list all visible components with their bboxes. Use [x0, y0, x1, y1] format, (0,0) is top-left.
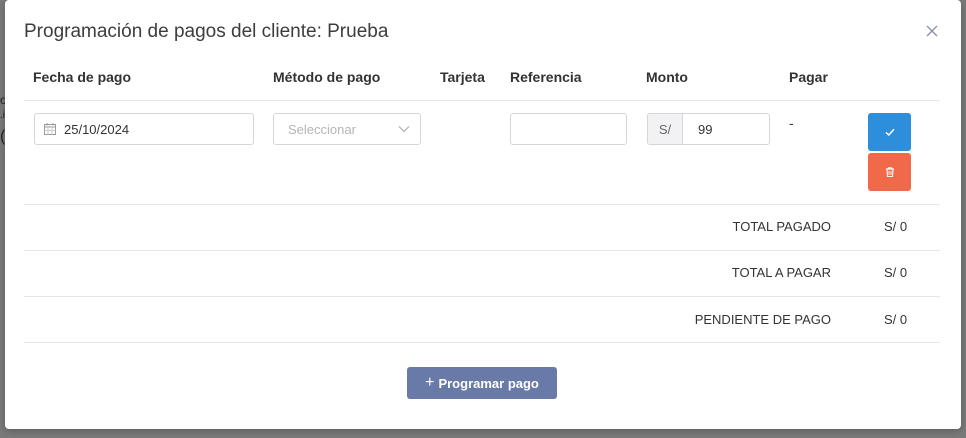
confirm-button[interactable]: [868, 113, 911, 151]
divider: [24, 296, 940, 297]
header-referencia: Referencia: [510, 69, 582, 85]
summary-value-total-a-pagar: S/ 0: [884, 265, 908, 280]
header-monto: Monto: [646, 69, 688, 85]
program-payment-button[interactable]: + Programar pago: [407, 367, 557, 399]
pay-value: -: [789, 115, 794, 131]
payment-method-placeholder: Seleccionar: [288, 121, 356, 137]
check-icon: [885, 128, 895, 137]
amount-value[interactable]: 99: [683, 114, 769, 144]
summary-value-total-pagado: S/ 0: [884, 219, 908, 234]
header-pagar: Pagar: [789, 69, 828, 85]
reference-input[interactable]: [510, 113, 627, 145]
modal-title: Programación de pagos del cliente: Prueb…: [24, 21, 389, 42]
header-tarjeta: Tarjeta: [440, 69, 485, 85]
divider: [24, 100, 940, 101]
delete-button[interactable]: [868, 153, 911, 191]
plus-icon: +: [425, 374, 435, 391]
summary-label-total-a-pagar: TOTAL A PAGAR: [731, 265, 831, 280]
divider: [24, 342, 940, 343]
header-metodo-de-pago: Método de pago: [273, 69, 381, 85]
close-button[interactable]: [925, 24, 939, 38]
payment-date-value: 25/10/2024: [64, 121, 130, 137]
program-payment-label: Programar pago: [438, 375, 539, 391]
chevron-down-icon: [398, 126, 410, 133]
summary-label-pendiente: PENDIENTE DE PAGO: [694, 312, 831, 327]
trash-icon: [885, 167, 894, 178]
divider: [24, 204, 940, 205]
divider: [24, 250, 940, 251]
close-icon: [926, 25, 938, 37]
summary-label-total-pagado: TOTAL PAGADO: [732, 219, 831, 234]
currency-prefix: S/: [648, 114, 683, 144]
payment-date-input[interactable]: 25/10/2024: [34, 113, 254, 145]
header-fecha-de-pago: Fecha de pago: [33, 69, 132, 85]
payment-schedule-modal: Programación de pagos del cliente: Prueb…: [5, 0, 961, 429]
payment-method-select[interactable]: Seleccionar: [273, 113, 421, 145]
calendar-icon: [44, 123, 56, 135]
summary-value-pendiente: S/ 0: [884, 312, 908, 327]
amount-field[interactable]: S/ 99: [647, 113, 770, 145]
